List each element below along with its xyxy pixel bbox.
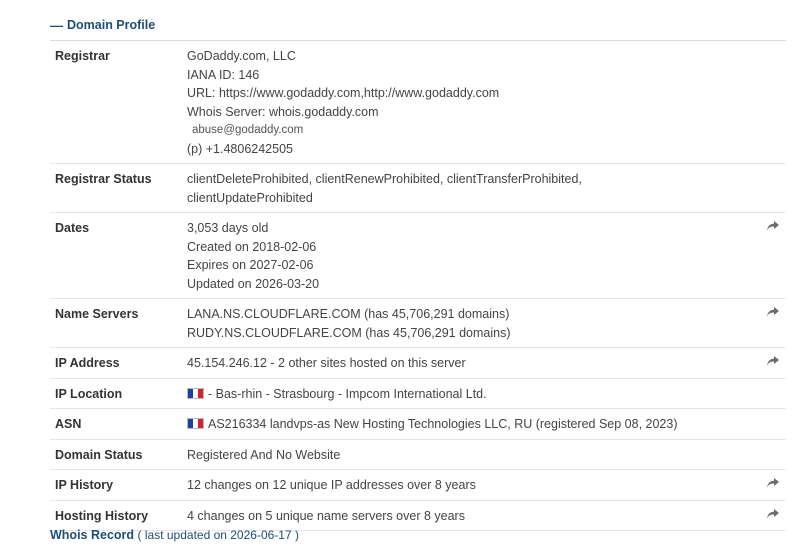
- row-value: - Bas-rhin - Strasbourg - Impcom Interna…: [187, 385, 786, 404]
- whois-record-link[interactable]: Whois Record: [50, 528, 134, 542]
- abuse-phone: (p) +1.4806242505: [187, 141, 293, 156]
- row-hosting-history: Hosting History 4 changes on 5 unique na…: [50, 501, 786, 531]
- row-registrar-status: Registrar Status clientDeleteProhibited,…: [50, 164, 786, 213]
- row-value: 45.154.246.12 - 2 other sites hosted on …: [187, 354, 786, 373]
- domain-profile-panel: — Domain Profile Registrar GoDaddy.com, …: [0, 0, 800, 550]
- share-arrow-icon[interactable]: [766, 355, 780, 367]
- share-arrow-icon[interactable]: [766, 508, 780, 520]
- row-label: IP History: [55, 478, 114, 492]
- expires-date: Expires on 2027-02-06: [187, 258, 314, 272]
- hosting-history-value: 4 changes on 5 unique name servers over …: [187, 508, 465, 523]
- row-value: Registered And No Website: [187, 446, 786, 465]
- asn-value: AS216334 landvps-as New Hosting Technolo…: [208, 417, 678, 431]
- row-ip-location: IP Location - Bas-rhin - Strasbourg - Im…: [50, 379, 786, 409]
- row-value: clientDeleteProhibited, clientRenewProhi…: [187, 170, 786, 207]
- share-arrow-icon[interactable]: [766, 306, 780, 318]
- row-value: 12 changes on 12 unique IP addresses ove…: [187, 476, 786, 495]
- share-arrow-icon[interactable]: [766, 220, 780, 232]
- row-value: GoDaddy.com, LLC IANA ID: 146 URL: https…: [187, 47, 786, 158]
- share-arrow-icon[interactable]: [766, 477, 780, 489]
- abuse-email[interactable]: abuse@godaddy.com: [187, 121, 746, 140]
- ip-history-value: 12 changes on 12 unique IP addresses ove…: [187, 478, 476, 492]
- ip-location-value: - Bas-rhin - Strasbourg - Impcom Interna…: [208, 386, 487, 401]
- france-flag-icon: [187, 418, 204, 429]
- row-ip-history: IP History 12 changes on 12 unique IP ad…: [50, 470, 786, 501]
- row-value: LANA.NS.CLOUDFLARE.COM (has 45,706,291 d…: [187, 305, 786, 342]
- row-label: IP Location: [55, 386, 123, 401]
- iana-id: IANA ID: 146: [187, 67, 260, 82]
- row-label: ASN: [55, 417, 82, 431]
- row-asn: ASN AS216334 landvps-as New Hosting Tech…: [50, 409, 786, 440]
- status-line: clientUpdateProhibited: [187, 190, 313, 205]
- minus-icon: —: [50, 17, 63, 33]
- domain-profile-table: Registrar GoDaddy.com, LLC IANA ID: 146 …: [50, 40, 786, 531]
- row-label: Registrar: [55, 49, 110, 63]
- domain-age: 3,053 days old: [187, 221, 269, 235]
- row-label: Domain Status: [55, 447, 143, 462]
- asn-line: AS216334 landvps-as New Hosting Technolo…: [187, 415, 746, 434]
- status-line: clientDeleteProhibited, clientRenewProhi…: [187, 172, 582, 186]
- france-flag-icon: [187, 387, 204, 399]
- domain-profile-toggle[interactable]: — Domain Profile: [50, 16, 155, 34]
- created-date: Created on 2018-02-06: [187, 239, 317, 254]
- row-dates: Dates 3,053 days old Created on 2018-02-…: [50, 213, 786, 299]
- row-ip-address: IP Address 45.154.246.12 - 2 other sites…: [50, 348, 786, 379]
- whois-server: Whois Server: whois.godaddy.com: [187, 104, 379, 119]
- row-label: IP Address: [55, 356, 120, 370]
- whois-record-heading: Whois Record ( last updated on 2026-06-1…: [50, 528, 299, 542]
- ip-address-value: 45.154.246.12 - 2 other sites hosted on …: [187, 356, 466, 370]
- registrar-url: URL: https://www.godaddy.com,http://www.…: [187, 86, 500, 100]
- row-name-servers: Name Servers LANA.NS.CLOUDFLARE.COM (has…: [50, 299, 786, 348]
- row-value: AS216334 landvps-as New Hosting Technolo…: [187, 415, 786, 434]
- name-server: LANA.NS.CLOUDFLARE.COM (has 45,706,291 d…: [187, 307, 510, 321]
- row-label: Registrar Status: [55, 172, 152, 186]
- registrar-name: GoDaddy.com, LLC: [187, 49, 296, 63]
- row-label: Name Servers: [55, 307, 139, 321]
- updated-date: Updated on 2026-03-20: [187, 276, 320, 291]
- ip-location-line: - Bas-rhin - Strasbourg - Impcom Interna…: [187, 385, 746, 404]
- row-label: Hosting History: [55, 508, 149, 523]
- row-domain-status: Domain Status Registered And No Website: [50, 440, 786, 470]
- row-registrar: Registrar GoDaddy.com, LLC IANA ID: 146 …: [50, 41, 786, 164]
- domain-status-value: Registered And No Website: [187, 447, 341, 462]
- section-title: Domain Profile: [67, 18, 156, 32]
- name-server: RUDY.NS.CLOUDFLARE.COM (has 45,706,291 d…: [187, 325, 511, 340]
- whois-last-updated: ( last updated on 2026-06-17 ): [137, 528, 299, 542]
- row-value: 4 changes on 5 unique name servers over …: [187, 507, 786, 526]
- row-value: 3,053 days old Created on 2018-02-06 Exp…: [187, 219, 786, 293]
- row-label: Dates: [55, 221, 90, 235]
